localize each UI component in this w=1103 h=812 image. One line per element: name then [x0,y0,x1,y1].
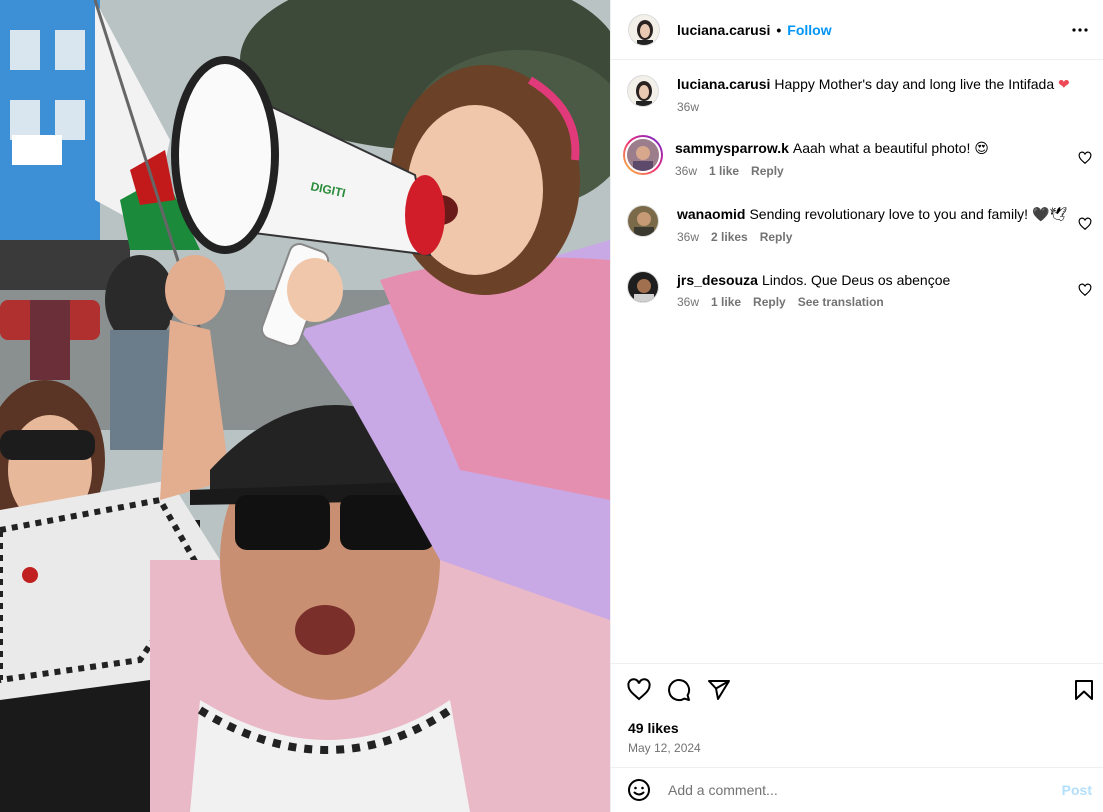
comment-username[interactable]: jrs_desouza [677,272,758,288]
post-date[interactable]: May 12, 2024 [628,741,701,755]
comment-row: sammysparrow.k Aaah what a beautiful phot… [623,135,1092,178]
comment-row: wanaomid Sending revolutionary love to yo… [627,205,1092,244]
save-bookmark-icon[interactable] [1072,678,1096,702]
more-options-icon[interactable] [1068,18,1092,42]
caption-time[interactable]: 36w [677,100,699,114]
post-comment-button[interactable]: Post [1062,782,1092,798]
comment-avatar[interactable] [627,205,659,237]
emoji-smiley-icon[interactable] [627,778,651,802]
separator-dot: • [776,21,782,38]
reply-button[interactable]: Reply [753,295,786,309]
comment-likes[interactable]: 2 likes [711,230,748,244]
see-translation-button[interactable]: See translation [798,295,884,309]
post-side-panel: luciana.carusi • Follow luciana.carusi Ha… [610,0,1103,812]
like-heart-icon[interactable] [627,678,651,702]
like-comment-heart-icon[interactable] [1078,283,1092,297]
comment-row: jrs_desouza Lindos. Que Deus os abençoe 3… [627,271,1092,309]
comment-time[interactable]: 36w [675,164,697,178]
comment-likes[interactable]: 1 like [709,164,739,178]
share-send-icon[interactable] [707,678,731,702]
caption-text: luciana.carusi Happy Mother's day and lon… [677,75,1077,94]
comment-avatar[interactable] [627,271,659,303]
post-actions: 49 likes May 12, 2024 [611,663,1103,767]
post-header: luciana.carusi • Follow [611,0,1103,60]
likes-count[interactable]: 49 likes [628,720,679,736]
caption-avatar[interactable] [627,75,659,107]
comment-text: jrs_desouza Lindos. Que Deus os abençoe [677,271,1077,289]
author-avatar[interactable] [628,13,660,46]
caption-row: luciana.carusi Happy Mother's day and lon… [627,75,1092,114]
comment-time[interactable]: 36w [677,230,699,244]
follow-button[interactable]: Follow [787,22,831,38]
comment-bubble-icon[interactable] [667,678,691,702]
caption-username[interactable]: luciana.carusi [677,76,770,92]
heart-dove-emoji: 🖤🕊 [1031,207,1068,223]
comment-input[interactable] [668,782,1038,798]
author-username[interactable]: luciana.carusi [677,22,770,38]
comment-meta: 36w 1 like Reply [675,164,1075,178]
photo-illustration: DIGITI [0,0,610,812]
comment-body: Aaah what a beautiful photo! [792,140,971,156]
reply-button[interactable]: Reply [760,230,793,244]
reply-button[interactable]: Reply [751,164,784,178]
comment-text: sammysparrow.k Aaah what a beautiful phot… [675,139,1075,158]
comment-username[interactable]: wanaomid [677,206,745,222]
comments-list[interactable]: luciana.carusi Happy Mother's day and lon… [611,61,1103,663]
comment-likes[interactable]: 1 like [711,295,741,309]
comment-text: wanaomid Sending revolutionary love to yo… [677,205,1077,224]
comment-avatar [625,137,661,173]
comment-meta: 36w 1 like Reply See translation [677,295,1077,309]
like-comment-heart-icon[interactable] [1078,151,1092,165]
heart-eyes-emoji: 😍 [974,141,989,157]
like-comment-heart-icon[interactable] [1078,217,1092,231]
comment-time[interactable]: 36w [677,295,699,309]
comment-body: Sending revolutionary love to you and fa… [749,206,1029,222]
comment-username[interactable]: sammysparrow.k [675,140,789,156]
post-photo[interactable]: DIGITI [0,0,610,812]
story-ring[interactable] [623,135,663,175]
caption-body: Happy Mother's day and long live the Int… [774,76,1055,92]
action-icons [627,678,731,702]
add-comment-bar: Post [611,767,1103,812]
comment-body: Lindos. Que Deus os abençoe [761,272,951,288]
comment-meta: 36w 2 likes Reply [677,230,1077,244]
caption-meta: 36w [677,100,1077,114]
red-heart-emoji: ❤ [1058,77,1070,93]
